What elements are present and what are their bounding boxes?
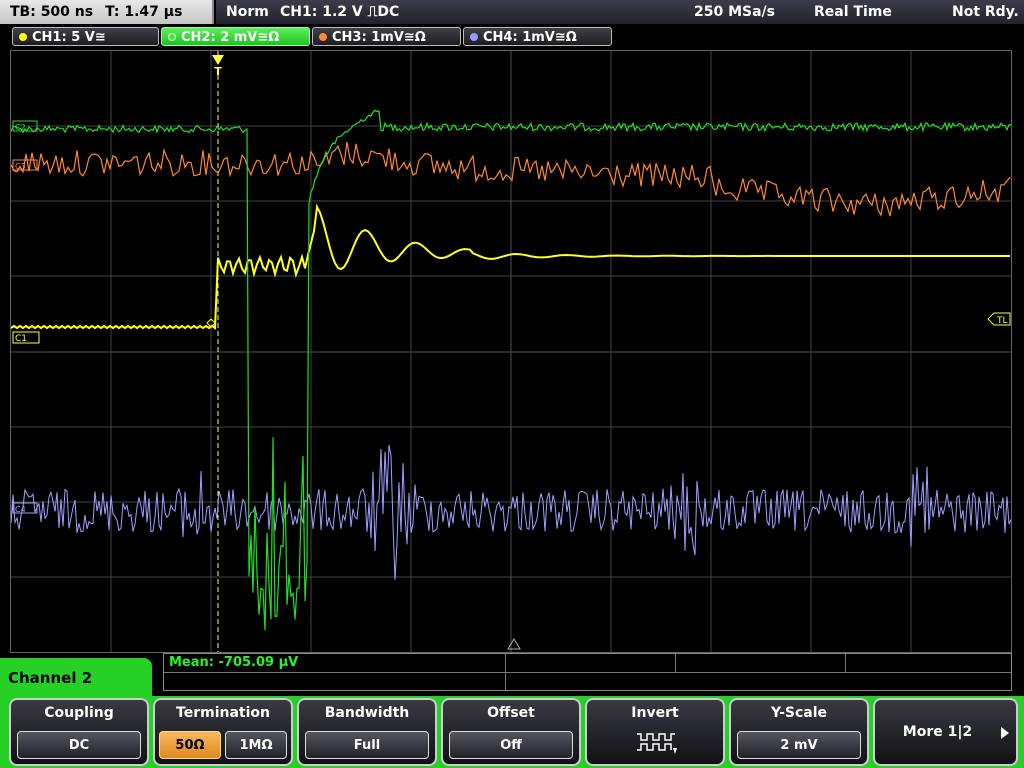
ch1-ref-marker[interactable]: C1 <box>12 331 40 344</box>
waveform-svg: T C2 C3 C1 C4 TL <box>11 51 1011 652</box>
ready-status: Not Rdy. <box>952 4 1019 20</box>
offset-title: Offset <box>487 705 535 721</box>
trigger-marker-label: T <box>214 65 222 78</box>
channel-tabs: CH1: 5 V≅ CH2: 2 mV≅Ω CH3: 1mV≅Ω CH4: 1m… <box>0 26 1024 48</box>
bandwidth-value[interactable]: Full <box>305 731 429 759</box>
trigger-mode[interactable]: Norm <box>226 0 269 24</box>
coupling-title: Coupling <box>44 705 114 721</box>
acquisition-mode: Real Time <box>814 4 892 20</box>
ch2-ref-label: C2 <box>15 123 26 132</box>
ch4-dot-icon <box>470 33 478 41</box>
more-softkey[interactable]: More 1|2 <box>873 698 1018 766</box>
termination-title: Termination <box>176 705 270 721</box>
termination-1mohm-option[interactable]: 1MΩ <box>225 731 287 759</box>
termination-50ohm-option[interactable]: 50Ω <box>159 731 221 759</box>
offset-value[interactable]: Off <box>449 731 573 759</box>
tab-ch4-label: CH4: 1mV≅Ω <box>483 30 577 45</box>
ch1-dot-icon <box>19 33 27 41</box>
tab-ch1[interactable]: CH1: 5 V≅ <box>12 27 159 46</box>
timebase-box[interactable]: TB: 500 ns T: 1.47 µs <box>0 0 214 24</box>
bandwidth-softkey[interactable]: Bandwidth Full <box>297 698 437 766</box>
ch4-ref-marker[interactable]: C4 <box>12 502 38 514</box>
ch3-ref-label: C3 <box>15 162 26 171</box>
mean-measurement: Mean: -705.09 µV <box>169 655 299 670</box>
tab-ch2-label: CH2: 2 mV≅Ω <box>181 30 280 45</box>
termination-softkey[interactable]: Termination 50Ω 1MΩ <box>153 698 293 766</box>
yscale-softkey[interactable]: Y-Scale 2 mV <box>729 698 869 766</box>
tab-ch3-label: CH3: 1mV≅Ω <box>332 30 426 45</box>
channel-menu-title: Channel 2 <box>0 658 152 698</box>
ch4-ref-label: C4 <box>15 505 26 514</box>
timebase-value: TB: 500 ns <box>10 4 94 20</box>
ch3-dot-icon <box>319 33 327 41</box>
invert-softkey[interactable]: Invert <box>585 698 725 766</box>
acquisition-status: Norm CH1: 1.2 V ⎍DC 250 MSa/s Real Time … <box>216 0 1024 24</box>
trigger-source[interactable]: CH1: 1.2 V ⎍DC <box>280 0 399 24</box>
yscale-title: Y-Scale <box>770 705 827 721</box>
tab-ch4[interactable]: CH4: 1mV≅Ω <box>463 27 612 46</box>
trigger-marker-icon[interactable]: T <box>212 55 224 78</box>
coupling-softkey[interactable]: Coupling DC <box>9 698 149 766</box>
trigger-time-value: T: 1.47 µs <box>105 4 183 20</box>
coupling-value[interactable]: DC <box>17 731 141 759</box>
trigger-level-label: TL <box>996 316 1008 326</box>
tab-ch1-label: CH1: 5 V≅ <box>32 30 106 45</box>
tab-ch2[interactable]: CH2: 2 mV≅Ω <box>161 27 310 46</box>
sample-rate: 250 MSa/s <box>694 4 776 20</box>
tab-ch3[interactable]: CH3: 1mV≅Ω <box>312 27 461 46</box>
waveform-display[interactable]: T C2 C3 C1 C4 TL <box>10 50 1012 653</box>
more-label: More 1|2 <box>902 724 973 740</box>
arrow-right-icon <box>1001 727 1009 739</box>
ch1-ref-label: C1 <box>15 334 27 344</box>
offset-softkey[interactable]: Offset Off <box>441 698 581 766</box>
invert-title: Invert <box>631 705 679 721</box>
ch2-dot-icon <box>168 33 176 41</box>
bandwidth-title: Bandwidth <box>324 705 410 721</box>
horizontal-center-icon <box>507 638 521 650</box>
graticule <box>11 51 1011 652</box>
trigger-level-marker[interactable]: TL <box>987 312 1011 326</box>
measurement-panel: Mean: -705.09 µV <box>163 653 1012 691</box>
invert-waveform-icon <box>637 733 677 754</box>
yscale-value[interactable]: 2 mV <box>737 731 861 759</box>
status-bar: TB: 500 ns T: 1.47 µs Norm CH1: 1.2 V ⎍DC… <box>0 0 1024 26</box>
